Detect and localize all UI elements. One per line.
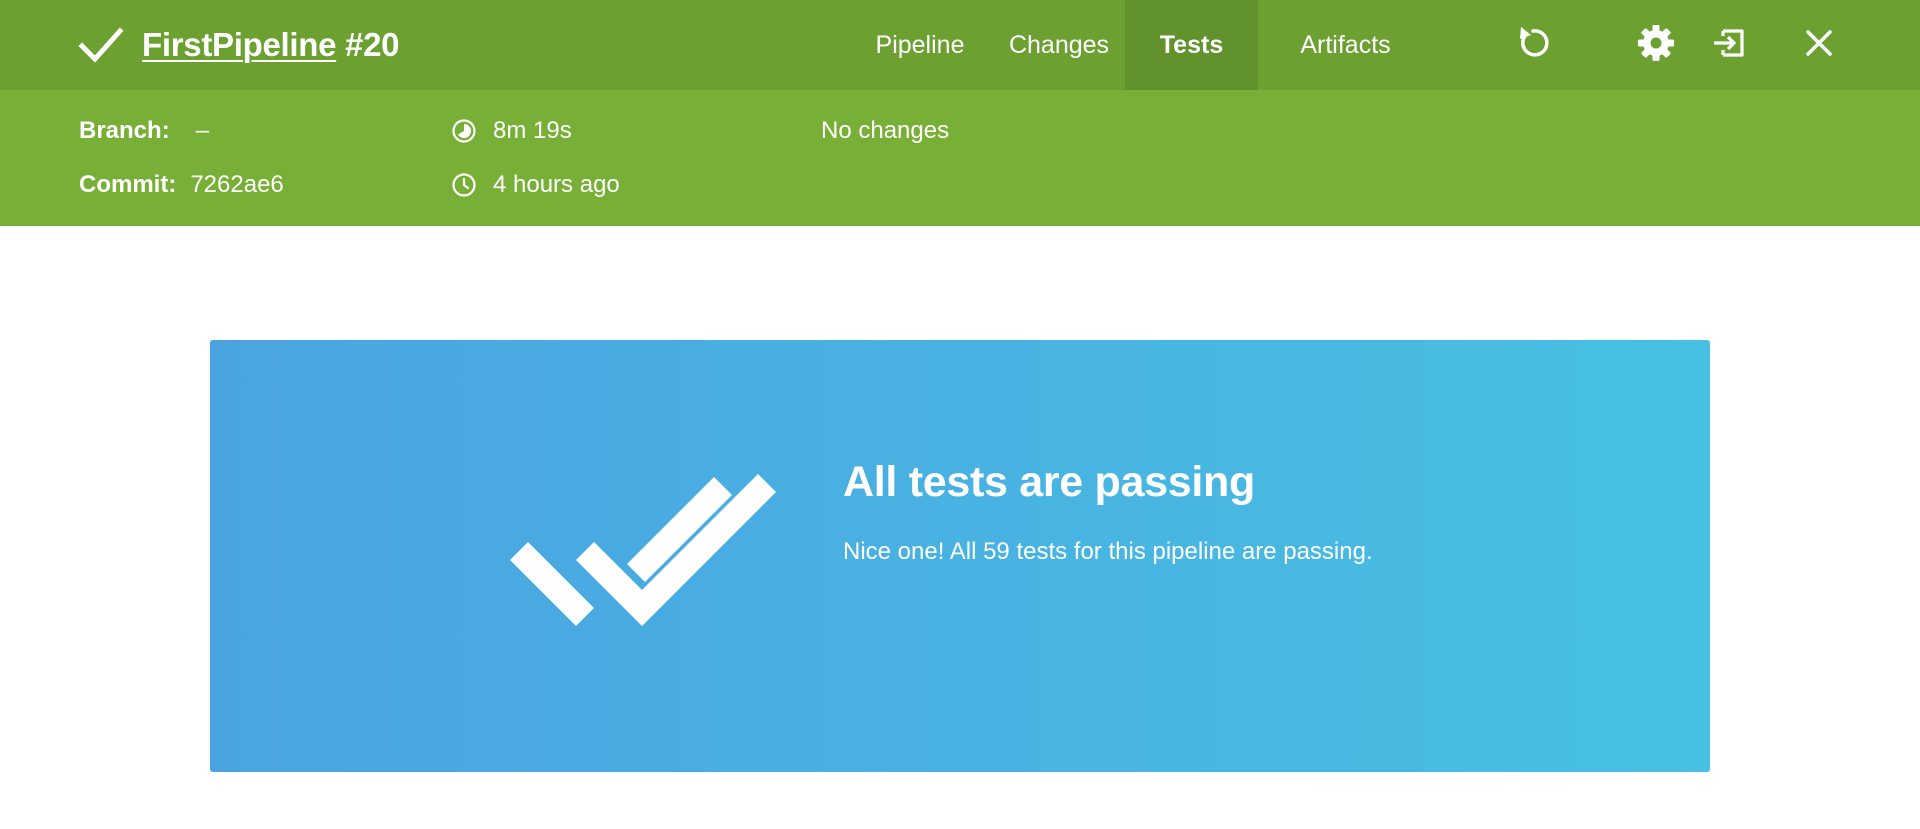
top-bar: FirstPipeline #20 Pipeline Changes Tests… <box>0 0 1920 90</box>
run-title-area: FirstPipeline #20 <box>78 0 400 90</box>
tab-changes[interactable]: Changes <box>993 0 1125 90</box>
commit-value: 7262ae6 <box>190 171 284 198</box>
branch-value: – <box>195 117 210 144</box>
changes-info: No changes <box>821 116 949 146</box>
pipeline-name-link[interactable]: FirstPipeline <box>142 26 336 63</box>
clock-icon <box>451 172 477 198</box>
changes-value: No changes <box>821 117 950 144</box>
close-button[interactable] <box>1796 22 1842 68</box>
run-number: #20 <box>345 26 400 63</box>
gear-icon <box>1636 23 1676 68</box>
duration-value: 8m 19s <box>493 117 572 144</box>
settings-button[interactable] <box>1633 22 1679 68</box>
page-title: FirstPipeline #20 <box>142 26 400 64</box>
commit-info: Commit: 7262ae6 <box>79 170 284 200</box>
replay-button[interactable] <box>1510 22 1556 68</box>
tab-artifacts[interactable]: Artifacts <box>1258 0 1433 90</box>
tests-passing-banner: All tests are passing Nice one! All 59 t… <box>210 340 1710 772</box>
close-icon <box>1802 26 1836 65</box>
check-icon <box>78 22 124 68</box>
started-value: 4 hours ago <box>493 171 620 198</box>
tests-heading: All tests are passing <box>843 458 1255 506</box>
exit-icon <box>1709 23 1749 68</box>
tab-pipeline[interactable]: Pipeline <box>847 0 993 90</box>
double-check-icon <box>510 474 776 626</box>
branch-label: Branch: <box>79 117 170 144</box>
tab-tests[interactable]: Tests <box>1125 0 1258 90</box>
started-info: 4 hours ago <box>451 170 620 200</box>
branch-info: Branch: – <box>79 116 209 146</box>
commit-label: Commit: <box>79 171 177 198</box>
duration-icon <box>451 118 477 144</box>
run-info-bar: Branch: – Commit: 7262ae6 8m 19s 4 hours… <box>0 90 1920 226</box>
tab-bar: Pipeline Changes Tests Artifacts <box>847 0 1433 90</box>
open-classic-button[interactable] <box>1706 22 1752 68</box>
duration-info: 8m 19s <box>451 116 572 146</box>
replay-icon <box>1514 24 1552 67</box>
tests-message: Nice one! All 59 tests for this pipeline… <box>843 538 1373 565</box>
